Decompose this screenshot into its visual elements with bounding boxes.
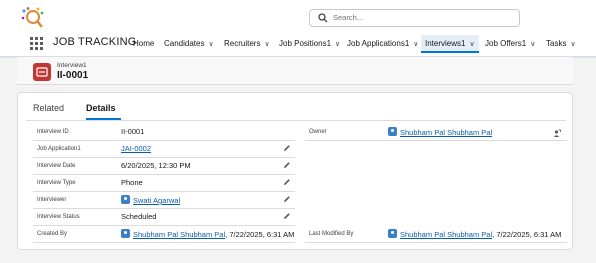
field-label: Owner <box>309 129 327 135</box>
details-card: Related Details Interview ID II-0001 Job… <box>17 92 573 250</box>
record-header: Interview1 II-0001 <box>17 57 573 85</box>
field-job-application: Job Application1 JAI-0002 <box>33 143 295 158</box>
interviewer-link[interactable]: Swati Agarwal <box>133 196 180 205</box>
created-by-link[interactable]: Shubham Pal Shubham Pal <box>133 230 225 239</box>
created-date: , 7/22/2025, 6:31 AM <box>225 230 295 239</box>
global-header: Search... <box>0 0 596 31</box>
field-value: Phone <box>121 178 143 187</box>
chevron-down-icon[interactable]: ∨ <box>335 40 340 48</box>
pencil-icon[interactable] <box>283 161 291 169</box>
nav-label: Interviews1 <box>425 39 466 48</box>
record-icon <box>33 63 51 81</box>
chevron-down-icon[interactable]: ∨ <box>208 40 213 48</box>
field-label: Interview Type <box>37 180 76 186</box>
nav-label: Recruiters <box>224 39 261 48</box>
field-value: Shubham Pal Shubham Pal, 7/22/2025, 6:31… <box>121 229 294 239</box>
field-last-modified-by: Last Modified By Shubham Pal Shubham Pal… <box>305 228 567 243</box>
chevron-down-icon[interactable]: ∨ <box>264 40 269 48</box>
field-value: Swati Agarwal <box>121 195 180 205</box>
nav-label: Job Positions1 <box>279 39 332 48</box>
last-modified-date: , 7/22/2025, 6:31 AM <box>492 230 562 239</box>
nav-label: Candidates <box>164 39 205 48</box>
chevron-down-icon[interactable]: ∨ <box>469 40 474 48</box>
pencil-icon[interactable] <box>283 144 291 152</box>
nav-item-job-positions[interactable]: Job Positions1 ∨ <box>279 39 340 48</box>
user-icon <box>388 127 397 136</box>
chevron-down-icon[interactable]: ∨ <box>413 40 418 48</box>
nav-label: Home <box>133 39 155 48</box>
user-icon <box>388 229 397 238</box>
search-placeholder: Search... <box>333 13 364 22</box>
navigation-bar: JOB TRACKING Home Candidates ∨ Recruiters… <box>0 31 596 58</box>
nav-item-job-applications[interactable]: Job Applications1 ∨ <box>347 39 418 48</box>
field-label: Created By <box>37 231 68 237</box>
field-label: Last Modified By <box>309 231 354 237</box>
last-modified-by-link[interactable]: Shubham Pal Shubham Pal <box>400 230 492 239</box>
nav-label: Job Applications1 <box>347 39 410 48</box>
field-value: Shubham Pal Shubham Pal, 7/22/2025, 6:31… <box>388 229 561 239</box>
pencil-icon[interactable] <box>283 212 291 220</box>
field-interview-type: Interview Type Phone <box>33 177 295 192</box>
field-value: II-0001 <box>121 127 145 136</box>
field-value: Shubham Pal Shubham Pal <box>388 127 492 137</box>
field-label: Job Application1 <box>37 146 81 152</box>
field-label: Interview Status <box>37 214 80 220</box>
record-title: II-0001 <box>57 70 89 81</box>
search-input[interactable]: Search... <box>309 9 520 27</box>
tab-divider <box>26 120 566 121</box>
owner-link[interactable]: Shubham Pal Shubham Pal <box>400 128 492 137</box>
field-created-by: Created By Shubham Pal Shubham Pal, 7/22… <box>33 228 295 243</box>
field-value: Scheduled <box>121 212 157 221</box>
user-icon <box>121 195 130 204</box>
nav-item-recruiters[interactable]: Recruiters ∨ <box>224 39 270 48</box>
tab-related[interactable]: Related <box>33 103 64 113</box>
field-label: Interview ID <box>37 129 69 135</box>
user-icon <box>121 229 130 238</box>
chevron-down-icon[interactable]: ∨ <box>530 40 535 48</box>
field-interview-status: Interview Status Scheduled <box>33 211 295 226</box>
nav-label: Tasks <box>546 39 567 48</box>
field-interview-id: Interview ID II-0001 <box>33 126 295 141</box>
tab-details[interactable]: Details <box>86 103 116 113</box>
pencil-icon[interactable] <box>283 178 291 186</box>
pencil-icon[interactable] <box>283 195 291 203</box>
field-owner: Owner Shubham Pal Shubham Pal <box>305 126 567 141</box>
nav-item-candidates[interactable]: Candidates ∨ <box>164 39 214 48</box>
object-label: Interview1 <box>57 62 87 69</box>
nav-item-interviews[interactable]: Interviews1 ∨ <box>421 35 479 53</box>
job-application-link[interactable]: JAI-0002 <box>121 144 151 153</box>
chevron-down-icon[interactable]: ∨ <box>570 40 575 48</box>
change-owner-icon[interactable] <box>553 129 561 137</box>
app-launcher-icon[interactable] <box>30 37 44 51</box>
magnifier-logo-icon <box>21 7 44 28</box>
nav-item-tasks[interactable]: Tasks ∨ <box>546 39 576 48</box>
field-interview-date: Interview Date 6/20/2025, 12:30 PM <box>33 160 295 175</box>
field-value: 6/20/2025, 12:30 PM <box>121 161 191 170</box>
field-label: Interviewer <box>37 197 67 203</box>
field-interviewer: Interviewer Swati Agarwal <box>33 194 295 209</box>
field-label: Interview Date <box>37 163 76 169</box>
nav-item-home[interactable]: Home <box>133 39 154 48</box>
search-icon <box>318 13 328 23</box>
nav-label: Job Offers1 <box>485 39 527 48</box>
nav-item-job-offers[interactable]: Job Offers1 ∨ <box>485 39 535 48</box>
app-name: JOB TRACKING <box>53 36 137 48</box>
